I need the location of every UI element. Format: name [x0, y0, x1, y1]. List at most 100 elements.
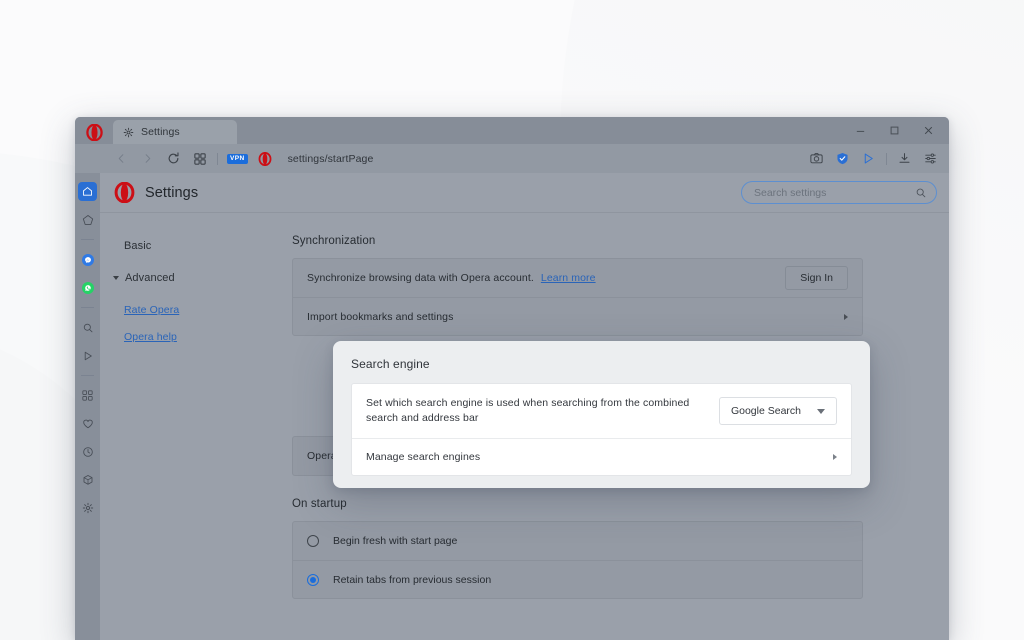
- radio-retain-tabs[interactable]: [307, 574, 319, 586]
- url-text[interactable]: settings/startPage: [288, 153, 799, 165]
- sidebar-item-extensions[interactable]: [78, 470, 97, 489]
- radio-row-begin-fresh[interactable]: Begin fresh with start page: [293, 522, 862, 560]
- messenger-icon: [82, 254, 94, 266]
- sidebar-item-home[interactable]: [78, 182, 97, 201]
- search-engine-value: Google Search: [731, 405, 801, 417]
- window-controls: [845, 119, 943, 141]
- callout-card: Set which search engine is used when sea…: [351, 383, 852, 476]
- gear-icon: [123, 127, 134, 138]
- forward-button[interactable]: [139, 150, 156, 167]
- home-icon: [82, 186, 93, 197]
- callout-row-manage-engines[interactable]: Manage search engines: [352, 438, 851, 475]
- speed-dial-button[interactable]: [191, 150, 208, 167]
- player-icon: [82, 350, 94, 362]
- address-bar: VPN settings/startPage: [75, 144, 949, 173]
- link-rate-opera[interactable]: Rate Opera: [124, 304, 266, 316]
- sidebar-item-whatsapp[interactable]: [78, 278, 97, 297]
- row-import-bookmarks[interactable]: Import bookmarks and settings: [293, 297, 862, 335]
- close-button[interactable]: [913, 119, 943, 141]
- radio-row-retain-tabs[interactable]: Retain tabs from previous session: [293, 560, 862, 598]
- settings-nav-advanced-label: Advanced: [125, 272, 175, 284]
- chevron-right-icon: [142, 153, 153, 164]
- minimize-button[interactable]: [845, 119, 875, 141]
- row-sync-account: Synchronize browsing data with Opera acc…: [293, 259, 862, 297]
- sidebar-item-speed-dial[interactable]: [78, 210, 97, 229]
- maximize-button[interactable]: [879, 119, 909, 141]
- browser-tab-settings[interactable]: Settings: [113, 120, 237, 144]
- settings-nav-basic-label: Basic: [124, 240, 151, 252]
- reload-button[interactable]: [165, 150, 182, 167]
- settings-brand: Settings: [114, 182, 198, 203]
- opera-logo-icon: [86, 124, 103, 141]
- sidebar-item-player[interactable]: [78, 346, 97, 365]
- maximize-icon: [889, 125, 900, 136]
- sidebar-item-workspaces[interactable]: [78, 386, 97, 405]
- nav-divider: [217, 153, 218, 165]
- chevron-down-icon: [817, 409, 825, 414]
- sign-in-button[interactable]: Sign In: [785, 266, 848, 290]
- video-popout-button[interactable]: [860, 150, 877, 167]
- settings-nav-links: Rate Opera Opera help: [124, 304, 266, 343]
- site-identity-icon-wrap[interactable]: [257, 150, 274, 167]
- page-backdrop: Settings: [0, 0, 1024, 640]
- ad-blocker-button[interactable]: [834, 150, 851, 167]
- search-icon: [915, 187, 927, 199]
- speed-dial-icon: [82, 214, 94, 226]
- search-engine-callout: Search engine Set which search engine is…: [333, 341, 870, 488]
- section-title-on-startup: On startup: [292, 498, 863, 510]
- sidebar-rail: [75, 173, 100, 640]
- callout-title: Search engine: [351, 357, 852, 371]
- chevron-down-icon: [113, 276, 119, 280]
- history-icon: [82, 446, 94, 458]
- row-import-label: Import bookmarks and settings: [307, 311, 453, 323]
- search-placeholder: Search settings: [754, 187, 915, 199]
- whatsapp-icon: [82, 282, 94, 294]
- toolbar-divider: [886, 153, 887, 165]
- chevron-left-icon: [116, 153, 127, 164]
- opera-menu-button[interactable]: [81, 120, 107, 144]
- grid-icon: [194, 153, 206, 165]
- reload-icon: [167, 152, 180, 165]
- manage-search-engines-label: Manage search engines: [366, 451, 480, 463]
- vpn-badge[interactable]: VPN: [227, 154, 248, 164]
- downloads-button[interactable]: [896, 150, 913, 167]
- shield-icon: [836, 152, 849, 165]
- settings-header: Settings Search settings: [100, 173, 949, 213]
- rail-separator: [81, 239, 94, 240]
- card-synchronization: Synchronize browsing data with Opera acc…: [292, 258, 863, 336]
- link-opera-help[interactable]: Opera help: [124, 331, 266, 343]
- toolbar-right: [808, 150, 939, 167]
- sidebar-item-search[interactable]: [78, 318, 97, 337]
- rail-separator: [81, 307, 94, 308]
- search-settings-input[interactable]: Search settings: [741, 181, 937, 204]
- easy-setup-button[interactable]: [922, 150, 939, 167]
- sidebar-item-settings[interactable]: [78, 498, 97, 517]
- callout-row-search-engine: Set which search engine is used when sea…: [352, 384, 851, 438]
- settings-nav-basic[interactable]: Basic: [124, 240, 266, 252]
- back-button[interactable]: [113, 150, 130, 167]
- close-icon: [923, 125, 934, 136]
- sidebar-item-messenger[interactable]: [78, 250, 97, 269]
- chevron-right-icon: [833, 454, 837, 460]
- favorites-icon: [82, 418, 94, 430]
- chevron-right-icon: [844, 314, 848, 320]
- title-bar: Settings: [75, 117, 949, 144]
- opera-logo-icon: [258, 152, 272, 166]
- callout-description: Set which search engine is used when sea…: [366, 396, 706, 426]
- extensions-icon: [82, 474, 94, 486]
- search-engine-select[interactable]: Google Search: [719, 397, 837, 425]
- sidebar-item-history[interactable]: [78, 442, 97, 461]
- settings-icon: [82, 502, 94, 514]
- section-title-synchronization: Synchronization: [292, 235, 863, 247]
- row-sync-label: Synchronize browsing data with Opera acc…: [307, 272, 534, 284]
- page-title: Settings: [145, 185, 198, 201]
- settings-nav-advanced[interactable]: Advanced: [124, 272, 266, 284]
- card-on-startup: Begin fresh with start page Retain tabs …: [292, 521, 863, 599]
- video-popout-icon: [862, 152, 875, 165]
- radio-begin-fresh[interactable]: [307, 535, 319, 547]
- search-icon: [82, 322, 94, 334]
- snapshot-button[interactable]: [808, 150, 825, 167]
- snapshot-icon: [810, 152, 823, 165]
- link-learn-more[interactable]: Learn more: [541, 272, 596, 284]
- sidebar-item-favorites[interactable]: [78, 414, 97, 433]
